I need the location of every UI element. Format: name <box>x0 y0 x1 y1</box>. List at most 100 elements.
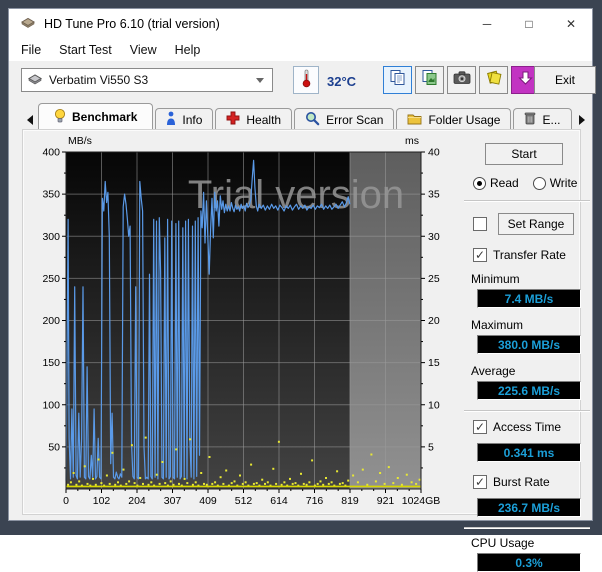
health-cross-icon <box>226 111 240 128</box>
svg-text:35: 35 <box>428 189 440 201</box>
svg-text:5: 5 <box>428 441 434 453</box>
access-time-row: Access Time <box>473 420 590 434</box>
exit-button[interactable]: Exit <box>534 66 596 94</box>
transfer-rate-label: Transfer Rate <box>493 248 566 262</box>
tab-benchmark[interactable]: Benchmark <box>38 103 153 130</box>
tab-scroll-left-button[interactable] <box>21 109 38 130</box>
svg-text:0: 0 <box>63 495 69 507</box>
menu-view[interactable]: View <box>121 43 166 57</box>
svg-text:400: 400 <box>42 147 60 159</box>
svg-text:307: 307 <box>164 495 182 507</box>
read-write-radios: Read Write <box>473 176 590 190</box>
title-bar: HD Tune Pro 6.10 (trial version) ─ □ ✕ <box>9 9 592 38</box>
burst-rate-value: 236.7 MB/s <box>477 498 581 517</box>
copy-image-icon <box>421 69 438 91</box>
svg-text:ms: ms <box>405 135 419 147</box>
svg-text:1024GB: 1024GB <box>402 495 441 507</box>
burst-rate-label: Burst Rate <box>493 475 550 489</box>
benchmark-controls: Start Read Write Set Range Transfer Rate… <box>464 137 590 572</box>
svg-text:25: 25 <box>428 273 440 285</box>
tab-label: Health <box>246 113 281 127</box>
transfer-rate-row: Transfer Rate <box>473 248 590 262</box>
set-range-button[interactable]: Set Range <box>498 213 574 235</box>
desktop-background: HD Tune Pro 6.10 (trial version) ─ □ ✕ F… <box>0 0 602 535</box>
copy-image-button[interactable] <box>415 66 444 94</box>
hard-drive-icon <box>27 74 43 86</box>
screenshot-button[interactable] <box>447 66 476 94</box>
access-time-value: 0.341 ms <box>477 443 581 462</box>
minimum-value: 7.4 MB/s <box>477 289 581 308</box>
svg-text:512: 512 <box>235 495 253 507</box>
menu-help[interactable]: Help <box>166 43 210 57</box>
separator <box>464 200 590 202</box>
read-radio[interactable] <box>473 177 486 190</box>
window-title: HD Tune Pro 6.10 (trial version) <box>44 17 220 31</box>
svg-text:409: 409 <box>199 495 217 507</box>
drive-select-value: Verbatim Vi550 S3 <box>49 73 148 87</box>
tab-bar: Benchmark Info Health Error Scan <box>9 103 594 130</box>
maximum-label: Maximum <box>471 318 590 332</box>
temperature-button[interactable] <box>293 66 319 94</box>
temperature-value: 32°C <box>327 74 356 89</box>
tab-folder-usage[interactable]: Folder Usage <box>396 108 511 130</box>
trash-icon <box>524 111 536 128</box>
window-controls: ─ □ ✕ <box>466 9 592 38</box>
svg-text:204: 204 <box>128 495 146 507</box>
svg-text:200: 200 <box>42 315 60 327</box>
arrow-left-icon <box>27 115 33 125</box>
lightbulb-icon <box>54 108 66 127</box>
set-range-checkbox[interactable] <box>473 217 487 231</box>
write-radio[interactable] <box>533 177 546 190</box>
svg-text:30: 30 <box>428 231 440 243</box>
average-label: Average <box>471 364 590 378</box>
svg-text:50: 50 <box>48 441 60 453</box>
maximum-value: 380.0 MB/s <box>477 335 581 354</box>
thermometer-icon <box>301 68 312 93</box>
svg-text:MB/s: MB/s <box>68 135 92 147</box>
maximize-button[interactable]: □ <box>508 9 550 38</box>
tab-scroll-right-button[interactable] <box>574 109 591 130</box>
set-range-row: Set Range <box>473 213 590 235</box>
separator <box>464 410 590 412</box>
menu-file[interactable]: File <box>12 43 50 57</box>
tab-info[interactable]: Info <box>155 108 213 130</box>
access-time-checkbox[interactable] <box>473 420 487 434</box>
camera-icon <box>453 70 471 90</box>
save-results-button[interactable] <box>479 66 508 94</box>
download-arrow-icon <box>518 70 533 91</box>
app-window: HD Tune Pro 6.10 (trial version) ─ □ ✕ F… <box>8 8 593 521</box>
chevron-down-icon <box>256 78 264 83</box>
close-button[interactable]: ✕ <box>550 9 592 38</box>
tab-label: Info <box>182 113 202 127</box>
menu-start-test[interactable]: Start Test <box>50 43 121 57</box>
tab-erase[interactable]: E... <box>513 108 571 130</box>
start-button[interactable]: Start <box>485 143 563 165</box>
burst-rate-checkbox[interactable] <box>473 475 487 489</box>
burst-rate-row: Burst Rate <box>473 475 590 489</box>
tab-health[interactable]: Health <box>215 108 292 130</box>
svg-text:921: 921 <box>377 495 395 507</box>
svg-text:15: 15 <box>428 357 440 369</box>
menu-bar: File Start Test View Help <box>9 38 592 61</box>
toolbar: Verbatim Vi550 S3 32°C <box>9 61 592 99</box>
magnifier-icon <box>305 111 320 129</box>
tab-label: Error Scan <box>326 113 383 127</box>
tab-error-scan[interactable]: Error Scan <box>294 108 394 130</box>
copy-pages-icon <box>389 69 406 91</box>
svg-text:102: 102 <box>93 495 111 507</box>
info-person-icon <box>166 111 176 129</box>
tab-label: Folder Usage <box>428 113 500 127</box>
arrow-right-icon <box>579 115 585 125</box>
tab-label: Benchmark <box>72 110 137 124</box>
minimize-button[interactable]: ─ <box>466 9 508 38</box>
svg-text:716: 716 <box>306 495 324 507</box>
folder-icon <box>407 112 422 128</box>
svg-text:300: 300 <box>42 231 60 243</box>
transfer-rate-checkbox[interactable] <box>473 248 487 262</box>
copy-text-button[interactable] <box>383 66 412 94</box>
svg-text:40: 40 <box>428 147 440 159</box>
drive-select-dropdown[interactable]: Verbatim Vi550 S3 <box>21 68 273 92</box>
svg-text:20: 20 <box>428 315 440 327</box>
svg-text:350: 350 <box>42 189 60 201</box>
svg-text:Trial version: Trial version <box>188 173 404 217</box>
